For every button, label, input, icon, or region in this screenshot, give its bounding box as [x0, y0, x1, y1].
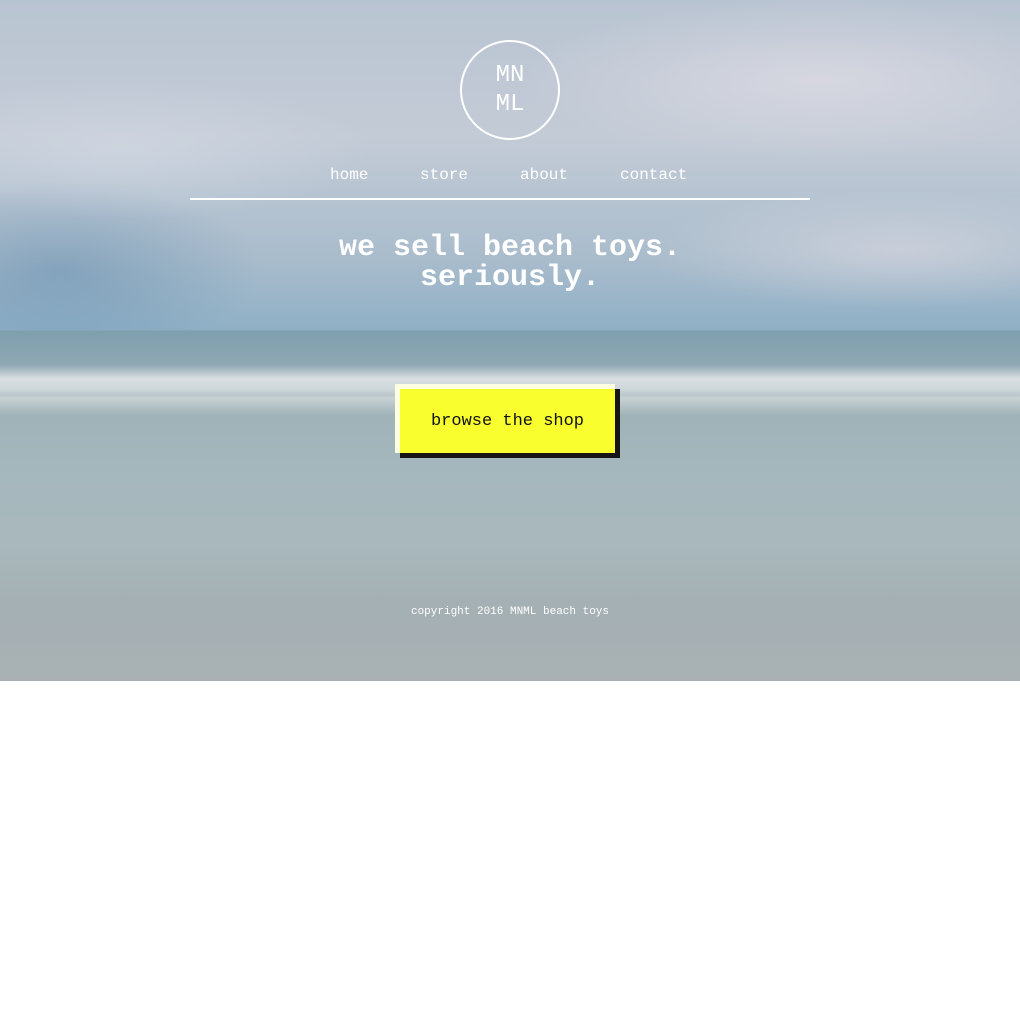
- nav-store[interactable]: store: [420, 166, 468, 184]
- nav-divider: [190, 198, 810, 200]
- cta-wrapper: browse the shop: [395, 384, 620, 458]
- main-nav: home store about contact: [0, 166, 1020, 188]
- logo-line-1: MN: [495, 62, 525, 89]
- browse-shop-button[interactable]: browse the shop: [400, 389, 615, 453]
- logo[interactable]: MN ML: [460, 40, 560, 140]
- headline-line-1: we sell beach toys.: [338, 231, 682, 265]
- copyright-text: copyright 2016 MNML beach toys: [410, 606, 610, 618]
- headline-line-2: seriously.: [419, 261, 601, 295]
- hero-headline: we sell beach toys. seriously.: [0, 233, 1020, 293]
- logo-line-2: ML: [495, 91, 525, 118]
- nav-home[interactable]: home: [330, 166, 368, 184]
- nav-about[interactable]: about: [520, 166, 568, 184]
- nav-contact[interactable]: contact: [620, 166, 687, 184]
- hero-section: MN ML home store about contact we sell b…: [0, 0, 1020, 681]
